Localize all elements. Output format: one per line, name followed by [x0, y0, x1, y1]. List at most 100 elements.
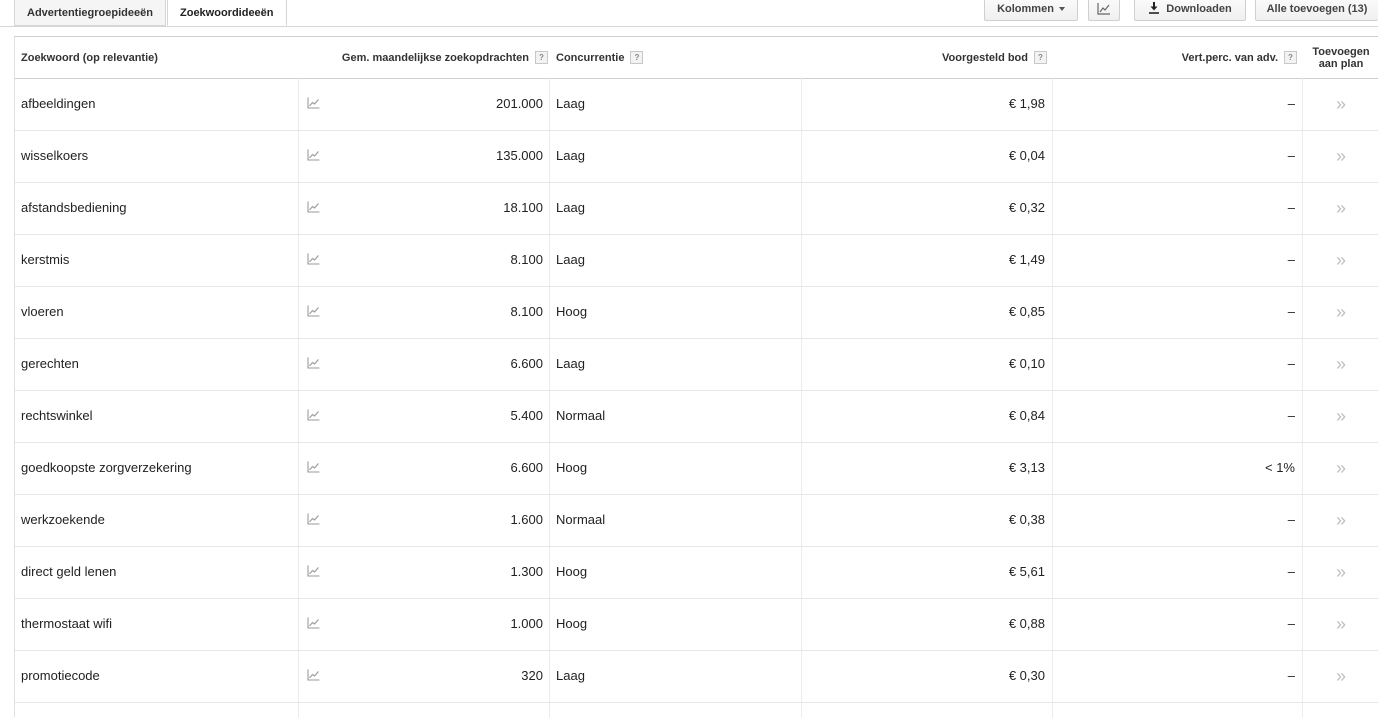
columns-button[interactable]: Kolommen: [984, 0, 1078, 21]
download-button[interactable]: Downloaden: [1134, 0, 1246, 21]
add-to-plan-button[interactable]: »: [1303, 182, 1378, 234]
header-searches[interactable]: Gem. maandelijkse zoekopdrachten?: [305, 37, 548, 78]
monthly-searches-cell: 1.600: [510, 512, 543, 527]
keyword-cell: thermostaat wifi: [21, 616, 113, 631]
impression-share-cell: –: [1287, 200, 1295, 215]
keyword-cell: afstandsbediening: [21, 200, 127, 215]
add-to-plan-button[interactable]: »: [1303, 390, 1378, 442]
competition-cell: Hoog: [556, 616, 588, 631]
chevron-down-icon: [1058, 7, 1065, 12]
keyword-cell: afbeeldingen: [21, 96, 96, 111]
keyword-cell: direct geld lenen: [21, 564, 117, 579]
competition-cell: Normaal: [556, 512, 606, 527]
add-to-plan-button[interactable]: »: [1303, 78, 1378, 130]
monthly-searches-cell: 8.100: [510, 304, 543, 319]
trend-chart-icon: [1097, 3, 1110, 15]
keyword-ideas-table: Zoekwoord (op relevantie) Gem. maandelij…: [14, 36, 1378, 718]
table-header: Zoekwoord (op relevantie) Gem. maandelij…: [15, 37, 1378, 79]
monthly-searches-cell: 135.000: [496, 148, 543, 163]
add-to-plan-button[interactable]: »: [1303, 442, 1378, 494]
table-row: gerechten 6.600 Laag € 0,10 –»: [15, 338, 1378, 391]
competition-cell: Laag: [556, 252, 585, 267]
download-label: Downloaden: [1166, 3, 1232, 15]
impression-share-cell: –: [1287, 96, 1295, 111]
competition-cell: Laag: [556, 96, 585, 111]
suggested-bid-cell: € 0,85: [1008, 304, 1045, 319]
add-all-button[interactable]: Alle toevoegen (13): [1255, 0, 1378, 21]
monthly-searches-cell: 8.100: [510, 252, 543, 267]
table-row: rechtswinkel 5.400 Normaal € 0,84 –»: [15, 390, 1378, 443]
monthly-searches-cell: 1.300: [510, 564, 543, 579]
table-row: goedkoopste zorgverzekering 6.600 Hoog € 3,…: [15, 442, 1378, 495]
impression-share-cell: –: [1287, 564, 1295, 579]
header-searches-label: Gem. maandelijkse zoekopdrachten: [341, 51, 529, 64]
add-to-plan-button[interactable]: »: [1303, 286, 1378, 338]
add-to-plan-button[interactable]: »: [1303, 494, 1378, 546]
add-to-plan-button[interactable]: »: [1303, 546, 1378, 598]
table-row: direct geld lenen 1.300 Hoog € 5,61 –»: [15, 546, 1378, 599]
impression-share-cell: –: [1287, 408, 1295, 423]
help-icon[interactable]: ?: [535, 51, 548, 64]
table-row: afbeeldingen 201.000 Laag € 1,98 –»: [15, 78, 1378, 131]
add-to-plan-button[interactable]: »: [1303, 650, 1378, 702]
header-suggested-bid[interactable]: Voorgesteld bod?: [805, 37, 1047, 78]
impression-share-cell: –: [1287, 304, 1295, 319]
table-row: promotiecode 320 Laag € 0,30 –»: [15, 650, 1378, 703]
add-all-label: Alle toevoegen (13): [1266, 3, 1368, 15]
suggested-bid-cell: € 0,38: [1008, 512, 1045, 527]
header-bid-label: Voorgesteld bod: [942, 51, 1028, 64]
header-keyword[interactable]: Zoekwoord (op relevantie): [21, 37, 301, 78]
table-row: wisselkoers 135.000 Laag € 0,04 –»: [15, 130, 1378, 183]
competition-cell: Hoog: [556, 460, 588, 475]
monthly-searches-cell: 6.600: [510, 460, 543, 475]
keyword-cell: wisselkoers: [21, 148, 89, 163]
columns-label: Kolommen: [997, 3, 1054, 15]
add-to-plan-button[interactable]: »: [1303, 234, 1378, 286]
competition-cell: Laag: [556, 668, 585, 683]
table-row: kerstmis 8.100 Laag € 1,49 –»: [15, 234, 1378, 287]
suggested-bid-cell: € 0,10: [1008, 356, 1045, 371]
competition-cell: Normaal: [556, 408, 606, 423]
tab-ad-group-ideas[interactable]: Advertentiegroepideeën: [14, 0, 166, 26]
keyword-cell: kerstmis: [21, 252, 70, 267]
keyword-cell: rechtswinkel: [21, 408, 93, 423]
help-icon[interactable]: ?: [1034, 51, 1047, 64]
keyword-cell: werkzoekende: [21, 512, 105, 527]
add-to-plan-button[interactable]: »: [1303, 598, 1378, 650]
monthly-searches-cell: 1.000: [510, 616, 543, 631]
add-to-plan-button[interactable]: »: [1303, 130, 1378, 182]
monthly-searches-cell: 5.400: [510, 408, 543, 423]
keyword-cell: promotiecode: [21, 668, 100, 683]
impression-share-cell: –: [1287, 512, 1295, 527]
impression-share-cell: –: [1287, 616, 1295, 631]
help-icon[interactable]: ?: [630, 51, 644, 64]
competition-cell: Hoog: [556, 564, 588, 579]
suggested-bid-cell: € 0,04: [1008, 148, 1045, 163]
table-row: werkzoekende 1.600 Normaal € 0,38 –»: [15, 494, 1378, 547]
suggested-bid-cell: € 0,32: [1008, 200, 1045, 215]
suggested-bid-cell: € 5,61: [1008, 564, 1045, 579]
table-row: afstandsbediening 18.100 Laag € 0,32 –»: [15, 182, 1378, 235]
header-competition-label: Concurrentie: [556, 51, 625, 64]
top-toolbar: Advertentiegroepideeën Zoekwoordideeën K…: [0, 0, 1378, 27]
download-icon: [1149, 2, 1160, 14]
header-ad-impression-share[interactable]: Vert.perc. van adv.?: [1055, 37, 1297, 78]
chart-toggle-button[interactable]: [1088, 0, 1120, 21]
monthly-searches-cell: 201.000: [496, 96, 543, 111]
suggested-bid-cell: € 1,49: [1008, 252, 1045, 267]
suggested-bid-cell: € 1,98: [1008, 96, 1045, 111]
help-icon[interactable]: ?: [1284, 51, 1297, 64]
header-competition[interactable]: Concurrentie?: [556, 37, 796, 78]
monthly-searches-cell: 6.600: [510, 356, 543, 371]
tab-keyword-ideas[interactable]: Zoekwoordideeën: [167, 0, 287, 26]
add-to-plan-button[interactable]: »: [1303, 338, 1378, 390]
keyword-cell: goedkoopste zorgverzekering: [21, 460, 192, 475]
competition-cell: Laag: [556, 148, 585, 163]
impression-share-cell: –: [1287, 148, 1295, 163]
header-add-to-plan: Toevoegen aan plan: [1303, 37, 1378, 78]
table-row: thermostaat wifi 1.000 Hoog € 0,88 –»: [15, 598, 1378, 651]
impression-share-cell: –: [1287, 668, 1295, 683]
header-share-label: Vert.perc. van adv.: [1181, 51, 1278, 64]
suggested-bid-cell: € 0,88: [1008, 616, 1045, 631]
monthly-searches-cell: 18.100: [503, 200, 543, 215]
